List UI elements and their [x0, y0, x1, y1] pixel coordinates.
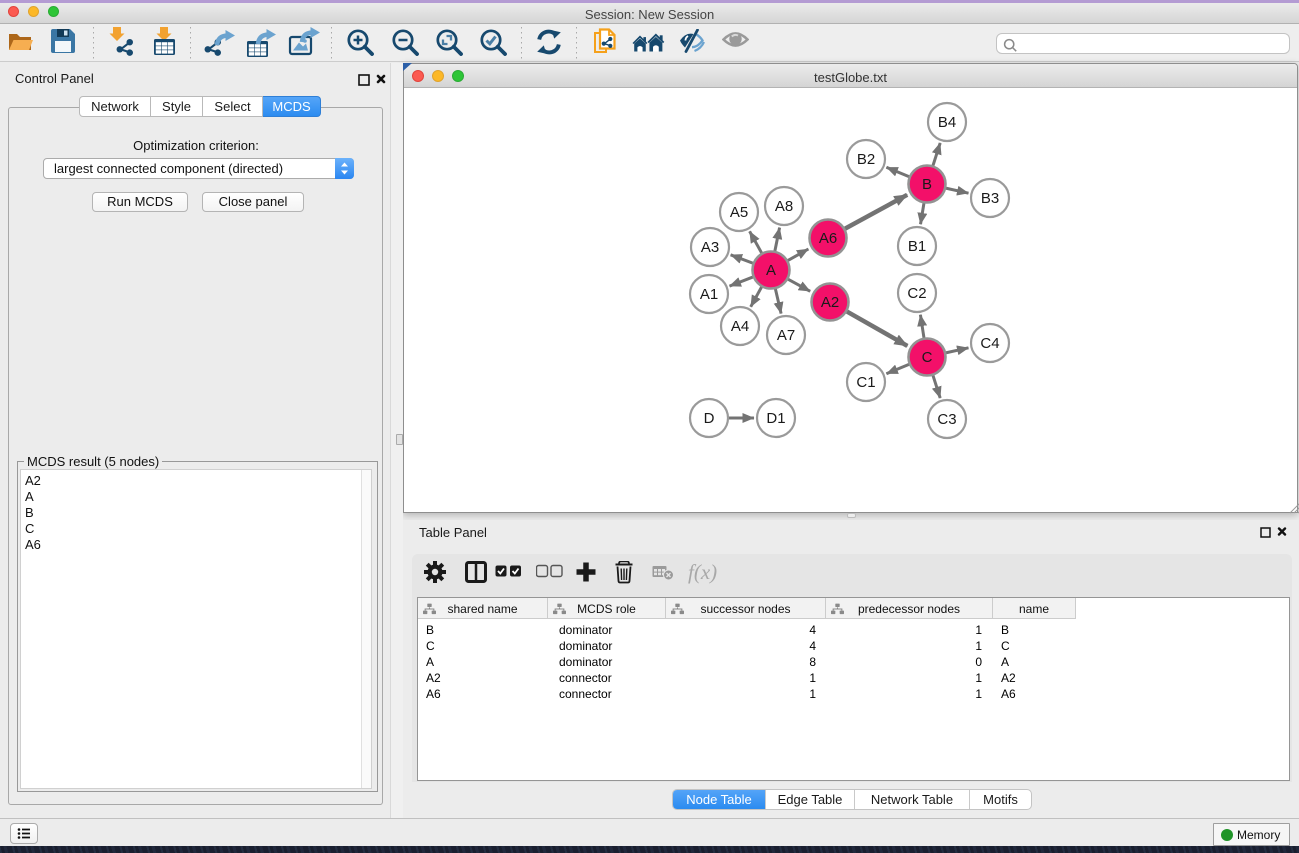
svg-text:D1: D1 — [766, 410, 785, 427]
svg-text:A7: A7 — [777, 327, 795, 344]
svg-text:A8: A8 — [775, 198, 793, 215]
svg-text:C4: C4 — [980, 335, 999, 352]
svg-text:C3: C3 — [937, 411, 956, 428]
svg-text:A4: A4 — [731, 318, 749, 335]
svg-text:B4: B4 — [938, 114, 956, 131]
svg-text:B3: B3 — [981, 190, 999, 207]
svg-text:C2: C2 — [907, 285, 926, 302]
svg-text:A5: A5 — [730, 204, 748, 221]
svg-text:A3: A3 — [701, 239, 719, 256]
svg-text:B: B — [922, 176, 932, 193]
svg-text:A: A — [766, 262, 776, 279]
svg-text:A6: A6 — [819, 230, 837, 247]
svg-text:A1: A1 — [700, 286, 718, 303]
svg-text:B1: B1 — [908, 238, 926, 255]
svg-text:B2: B2 — [857, 151, 875, 168]
svg-text:D: D — [704, 410, 715, 427]
svg-text:C1: C1 — [856, 374, 875, 391]
svg-text:A2: A2 — [821, 294, 839, 311]
svg-text:C: C — [922, 349, 933, 366]
